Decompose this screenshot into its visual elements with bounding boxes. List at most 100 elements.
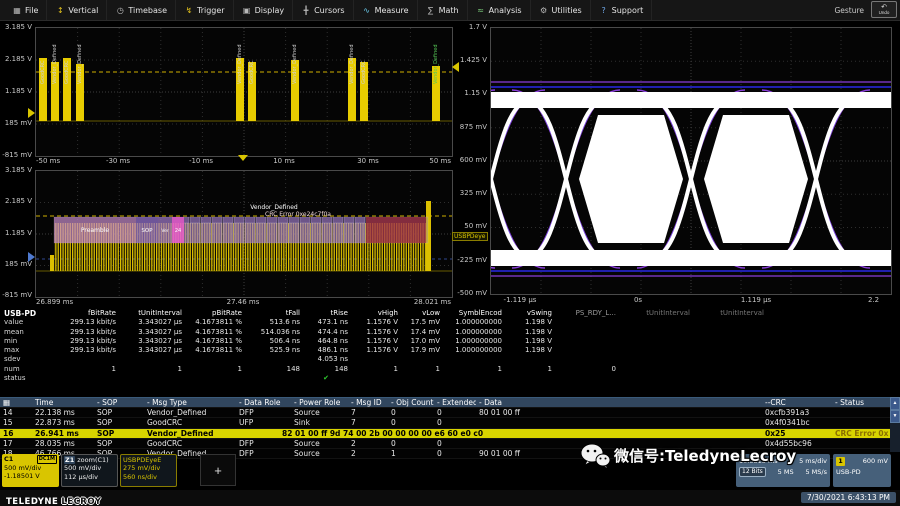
menu-item-utilities[interactable]: ⚙Utilities (531, 0, 591, 20)
axis-label: -1.119 µs (504, 296, 537, 304)
col-sop[interactable]: - SOP (94, 398, 144, 407)
table-icon[interactable]: ▦ (0, 398, 32, 407)
measure-source: USB-PD (2, 309, 58, 318)
measure-header: tUnitInterval (694, 309, 768, 318)
trigger-icon: ↯ (184, 6, 194, 15)
scroll-up-icon[interactable]: ▲ (890, 397, 900, 410)
col-extended[interactable]: - Extended (434, 398, 476, 407)
svg-text:GoodCRC: GoodCRC (64, 60, 70, 84)
col-data[interactable]: - Data (476, 398, 762, 407)
svg-text:CRC Error 0xe24c7f0a: CRC Error 0xe24c7f0a (265, 211, 331, 218)
col-time[interactable]: Time (32, 398, 94, 407)
overview-grid[interactable]: GoodCRC Vendor_Defined GoodCRC Vendor_De… (35, 27, 453, 157)
svg-text:Vendor_Defined: Vendor_Defined (77, 44, 83, 84)
menu-item-support[interactable]: ?Support (591, 0, 653, 20)
zoom-z1-descriptor[interactable]: Z1zoom(C1) 500 mV/div 112 µs/div (61, 454, 118, 487)
menu-item-file[interactable]: ▦File (4, 0, 47, 20)
channel1-level-marker[interactable] (28, 108, 35, 118)
svg-text:Vendor_Defined: Vendor_Defined (237, 44, 243, 84)
menu-bar: ▦File ↕Vertical ◷Timebase ↯Trigger ▣Disp… (0, 0, 900, 21)
cursors-icon: ╋ (301, 6, 311, 15)
add-trace-button[interactable]: + (200, 454, 236, 486)
axis-label: 1.7 V (450, 23, 487, 31)
menu-label: Measure (375, 6, 409, 15)
trigger-descriptor[interactable]: 1600 mV USB-PD (833, 454, 891, 487)
measure-header: pBitRate (186, 309, 246, 318)
col-crc[interactable]: --CRC (762, 398, 832, 407)
decode-scrollbar[interactable]: ▲ ▼ (890, 397, 900, 452)
sample-rate: 5 MS/s (805, 468, 827, 476)
axis-label: 185 mV (0, 119, 32, 127)
axis-label: -815 mV (0, 151, 32, 159)
menu-item-trigger[interactable]: ↯Trigger (176, 0, 234, 20)
trigger-type: USB-PD (836, 468, 861, 476)
axis-label: 1.425 V (450, 56, 487, 64)
scroll-down-icon[interactable]: ▼ (890, 410, 900, 423)
axis-label: 10 ms (273, 157, 295, 165)
offset-value: -1.18501 V (4, 472, 57, 480)
vdiv-value: 500 mV/div (64, 464, 115, 472)
axis-label: 1.185 V (0, 229, 32, 237)
measure-header: vLow (402, 309, 444, 318)
file-icon: ▦ (12, 6, 22, 15)
eye-diagram-grid[interactable] (490, 27, 892, 295)
svg-text:Vendor_Defined: Vendor_Defined (250, 204, 298, 211)
svg-text:Vendor_Defined: Vendor_Defined (433, 44, 439, 84)
menu-item-timebase[interactable]: ◷Timebase (107, 0, 176, 20)
col-obj-count[interactable]: - Obj Count (388, 398, 434, 407)
status-check-icon: ✔ (304, 374, 352, 383)
coupling-badge: DC1M (37, 455, 57, 464)
menu-item-vertical[interactable]: ↕Vertical (47, 0, 107, 20)
col-status[interactable]: - Status (832, 398, 890, 407)
col-power-role[interactable]: - Power Role (291, 398, 348, 407)
menu-label: Trigger (197, 6, 225, 15)
menu-item-measure[interactable]: ∿Measure (354, 0, 418, 20)
menu-item-math[interactable]: ∑Math (418, 0, 468, 20)
undo-button[interactable]: ↶Undo (871, 1, 897, 18)
axis-label: 1.119 µs (741, 296, 771, 304)
axis-label: 3.185 V (0, 166, 32, 174)
trigger-time-marker[interactable] (238, 155, 248, 161)
axis-label: 27.46 ms (227, 298, 260, 306)
trigger-level: 600 mV (863, 457, 888, 465)
analysis-icon: ≈ (476, 6, 486, 15)
table-row-selected[interactable]: 1626.941 msSOPVendor_Defined82 01 00 ff … (0, 429, 890, 439)
axis-label: 2.185 V (0, 197, 32, 205)
col-msg-id[interactable]: - Msg ID (348, 398, 388, 407)
menu-label: Analysis (489, 6, 522, 15)
eye-trace-label: USBPDeye (452, 232, 488, 241)
measure-header: tFall (246, 309, 304, 318)
axis-label: -225 mV (450, 256, 487, 264)
menu-label: Display (255, 6, 285, 15)
menu-item-analysis[interactable]: ≈Analysis (468, 0, 531, 20)
axis-label: 1.185 V (0, 87, 32, 95)
table-row[interactable]: 1422.138 msSOPVendor_DefinedDFPSource700… (0, 408, 890, 418)
menu-item-display[interactable]: ▣Display (234, 0, 294, 20)
vdiv-value: 275 mV/div (123, 464, 174, 472)
axis-label: 1.15 V (450, 89, 487, 97)
zoom-trace-marker[interactable] (28, 252, 35, 262)
zoom-label: Z1 (64, 456, 75, 464)
measurement-table: USB-PD fBitRate tUnitInterval pBitRate t… (2, 309, 768, 383)
measure-header: vSwing (506, 309, 556, 318)
axis-label: 875 mV (450, 123, 487, 131)
axis-label: 50 mV (450, 222, 487, 230)
eye-function-descriptor[interactable]: USBPDEyeE 275 mV/div 560 ns/div (120, 454, 177, 487)
tdiv-value: 112 µs/div (64, 473, 115, 481)
menu-label: Vertical (68, 6, 98, 15)
svg-text:SOP: SOP (141, 228, 153, 234)
channel-c1-descriptor[interactable]: C1DC1M 500 mV/div -1.18501 V (2, 454, 59, 487)
watermark: 微信号:TeledyneLecroy (580, 443, 796, 468)
col-msg-type[interactable]: - Msg Type (144, 398, 236, 407)
axis-label: -30 ms (106, 157, 130, 165)
status-bar: TELEDYNELECROY Everywhereyoulook™ 7/30/2… (0, 490, 900, 506)
axis-label: 2.2 (868, 296, 879, 304)
menu-label: Timebase (128, 6, 167, 15)
axis-label: 50 ms (429, 157, 451, 165)
menu-item-cursors[interactable]: ╋Cursors (293, 0, 353, 20)
zoom-grid[interactable]: Preamble SOP Ver 24 Vendor_Defined CRC E… (35, 170, 453, 298)
table-row[interactable]: 1522.873 msSOPGoodCRCUFPSink7000x4f0341b… (0, 418, 890, 428)
svg-text:Vendor_Defined: Vendor_Defined (349, 44, 355, 84)
col-data-role[interactable]: - Data Role (236, 398, 291, 407)
watermark-text: 微信号:TeledyneLecroy (614, 445, 796, 466)
